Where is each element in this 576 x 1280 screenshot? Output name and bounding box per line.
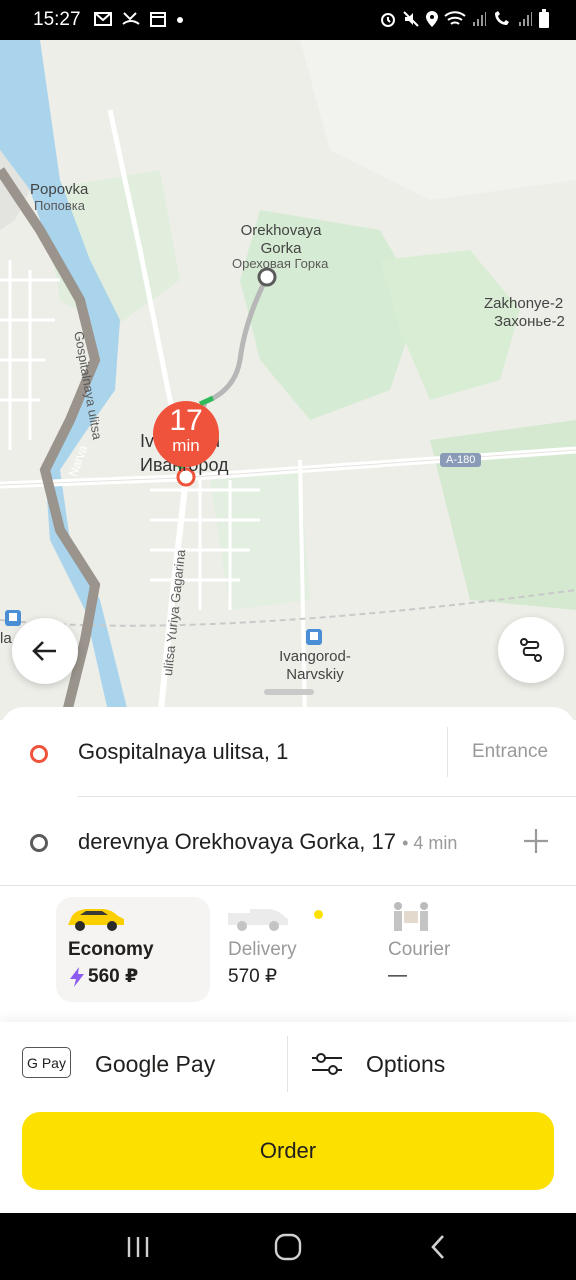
system-nav-bar (0, 1213, 576, 1280)
tariff-price: 570 ₽ (228, 966, 278, 987)
train-station-icon (5, 610, 21, 626)
status-bar: 15:27 (0, 0, 576, 40)
map-label-edge-fragment: la (0, 630, 12, 647)
sliders-icon (312, 1053, 342, 1075)
map-label-popovka-ru: Поповка (34, 198, 85, 213)
train-station-icon (306, 629, 322, 645)
tariff-courier[interactable]: Courier — (376, 897, 530, 1002)
payment-label: Google Pay (95, 1051, 216, 1077)
signal-icon (519, 12, 532, 26)
signal-icon (473, 12, 486, 26)
options-button[interactable]: Options (288, 1036, 576, 1092)
route-button[interactable] (498, 617, 564, 683)
eta-value: 17 (169, 404, 203, 437)
back-button[interactable] (12, 618, 78, 684)
map-label-station: Ivangorod-Narvskiy (279, 648, 351, 683)
tariff-name: Delivery (228, 939, 297, 960)
map-label-orekhovaya-ru: Ореховая Горка (232, 256, 329, 271)
calendar-icon (150, 12, 166, 27)
tariff-economy[interactable]: Economy 560 ₽ (56, 897, 210, 1002)
map-label-zakhonye-en: Zakhonye-2 (484, 295, 564, 312)
to-point-icon (30, 834, 48, 852)
entrance-label: Entrance (472, 741, 549, 762)
map-label-orekhovaya-en: Orekhovaya Gorka (240, 222, 322, 257)
eta-bubble: 17 min (153, 401, 219, 467)
map-label-zakhonye-ru: Захонье-2 (494, 313, 565, 330)
wifi-icon (444, 11, 466, 25)
alarm-icon (381, 13, 395, 27)
map[interactable]: Popovka Поповка Orekhovaya Gorka Орехова… (0, 40, 576, 720)
road-badge: A-180 (440, 453, 482, 467)
courier-icon (394, 902, 428, 931)
dot-icon (177, 17, 183, 23)
tariff-status-dot (314, 910, 323, 919)
entrance-button[interactable]: Entrance (447, 727, 576, 777)
tariff-price: 560 ₽ (88, 966, 139, 987)
recent-apps-icon[interactable] (125, 1234, 151, 1260)
from-address-text: Gospitalnaya ulitsa, 1 (78, 739, 289, 764)
to-address-row[interactable]: derevnya Orekhovaya Gorka, 17 • 4 min (0, 797, 576, 885)
home-icon[interactable] (274, 1233, 302, 1261)
gpay-badge: G Pay (22, 1047, 71, 1078)
to-address-text: derevnya Orekhovaya Gorka, 17 (78, 829, 396, 854)
order-label: Order (259, 1138, 317, 1163)
mute-icon (403, 11, 419, 27)
missed-call-icon (122, 12, 140, 25)
wifi-calling-icon (495, 11, 509, 25)
divider (0, 885, 576, 886)
payment-method-button[interactable]: G Pay Google Pay (0, 1036, 287, 1092)
battery-icon (539, 9, 549, 28)
tariff-name: Economy (68, 939, 154, 960)
map-label-popovka-en: Popovka (30, 181, 89, 198)
car-delivery-icon (228, 909, 288, 931)
back-nav-icon[interactable] (428, 1233, 448, 1261)
location-icon (426, 11, 438, 27)
from-point-icon (30, 745, 48, 763)
eta-unit: min (172, 436, 200, 455)
car-economy-icon (68, 909, 124, 931)
options-label: Options (366, 1051, 446, 1077)
order-button[interactable]: Order (22, 1112, 554, 1190)
gmail-icon (94, 12, 112, 26)
tariff-price: — (388, 965, 407, 986)
plus-icon[interactable] (522, 827, 550, 855)
sheet-handle[interactable] (264, 689, 314, 695)
arrow-left-icon (32, 641, 56, 661)
tariff-delivery[interactable]: Delivery 570 ₽ (216, 897, 370, 1002)
status-time: 15:27 (33, 9, 81, 30)
lightning-icon (70, 966, 84, 987)
tariff-name: Courier (388, 939, 451, 960)
to-address-eta: • 4 min (402, 833, 458, 853)
route-icon (520, 638, 542, 662)
